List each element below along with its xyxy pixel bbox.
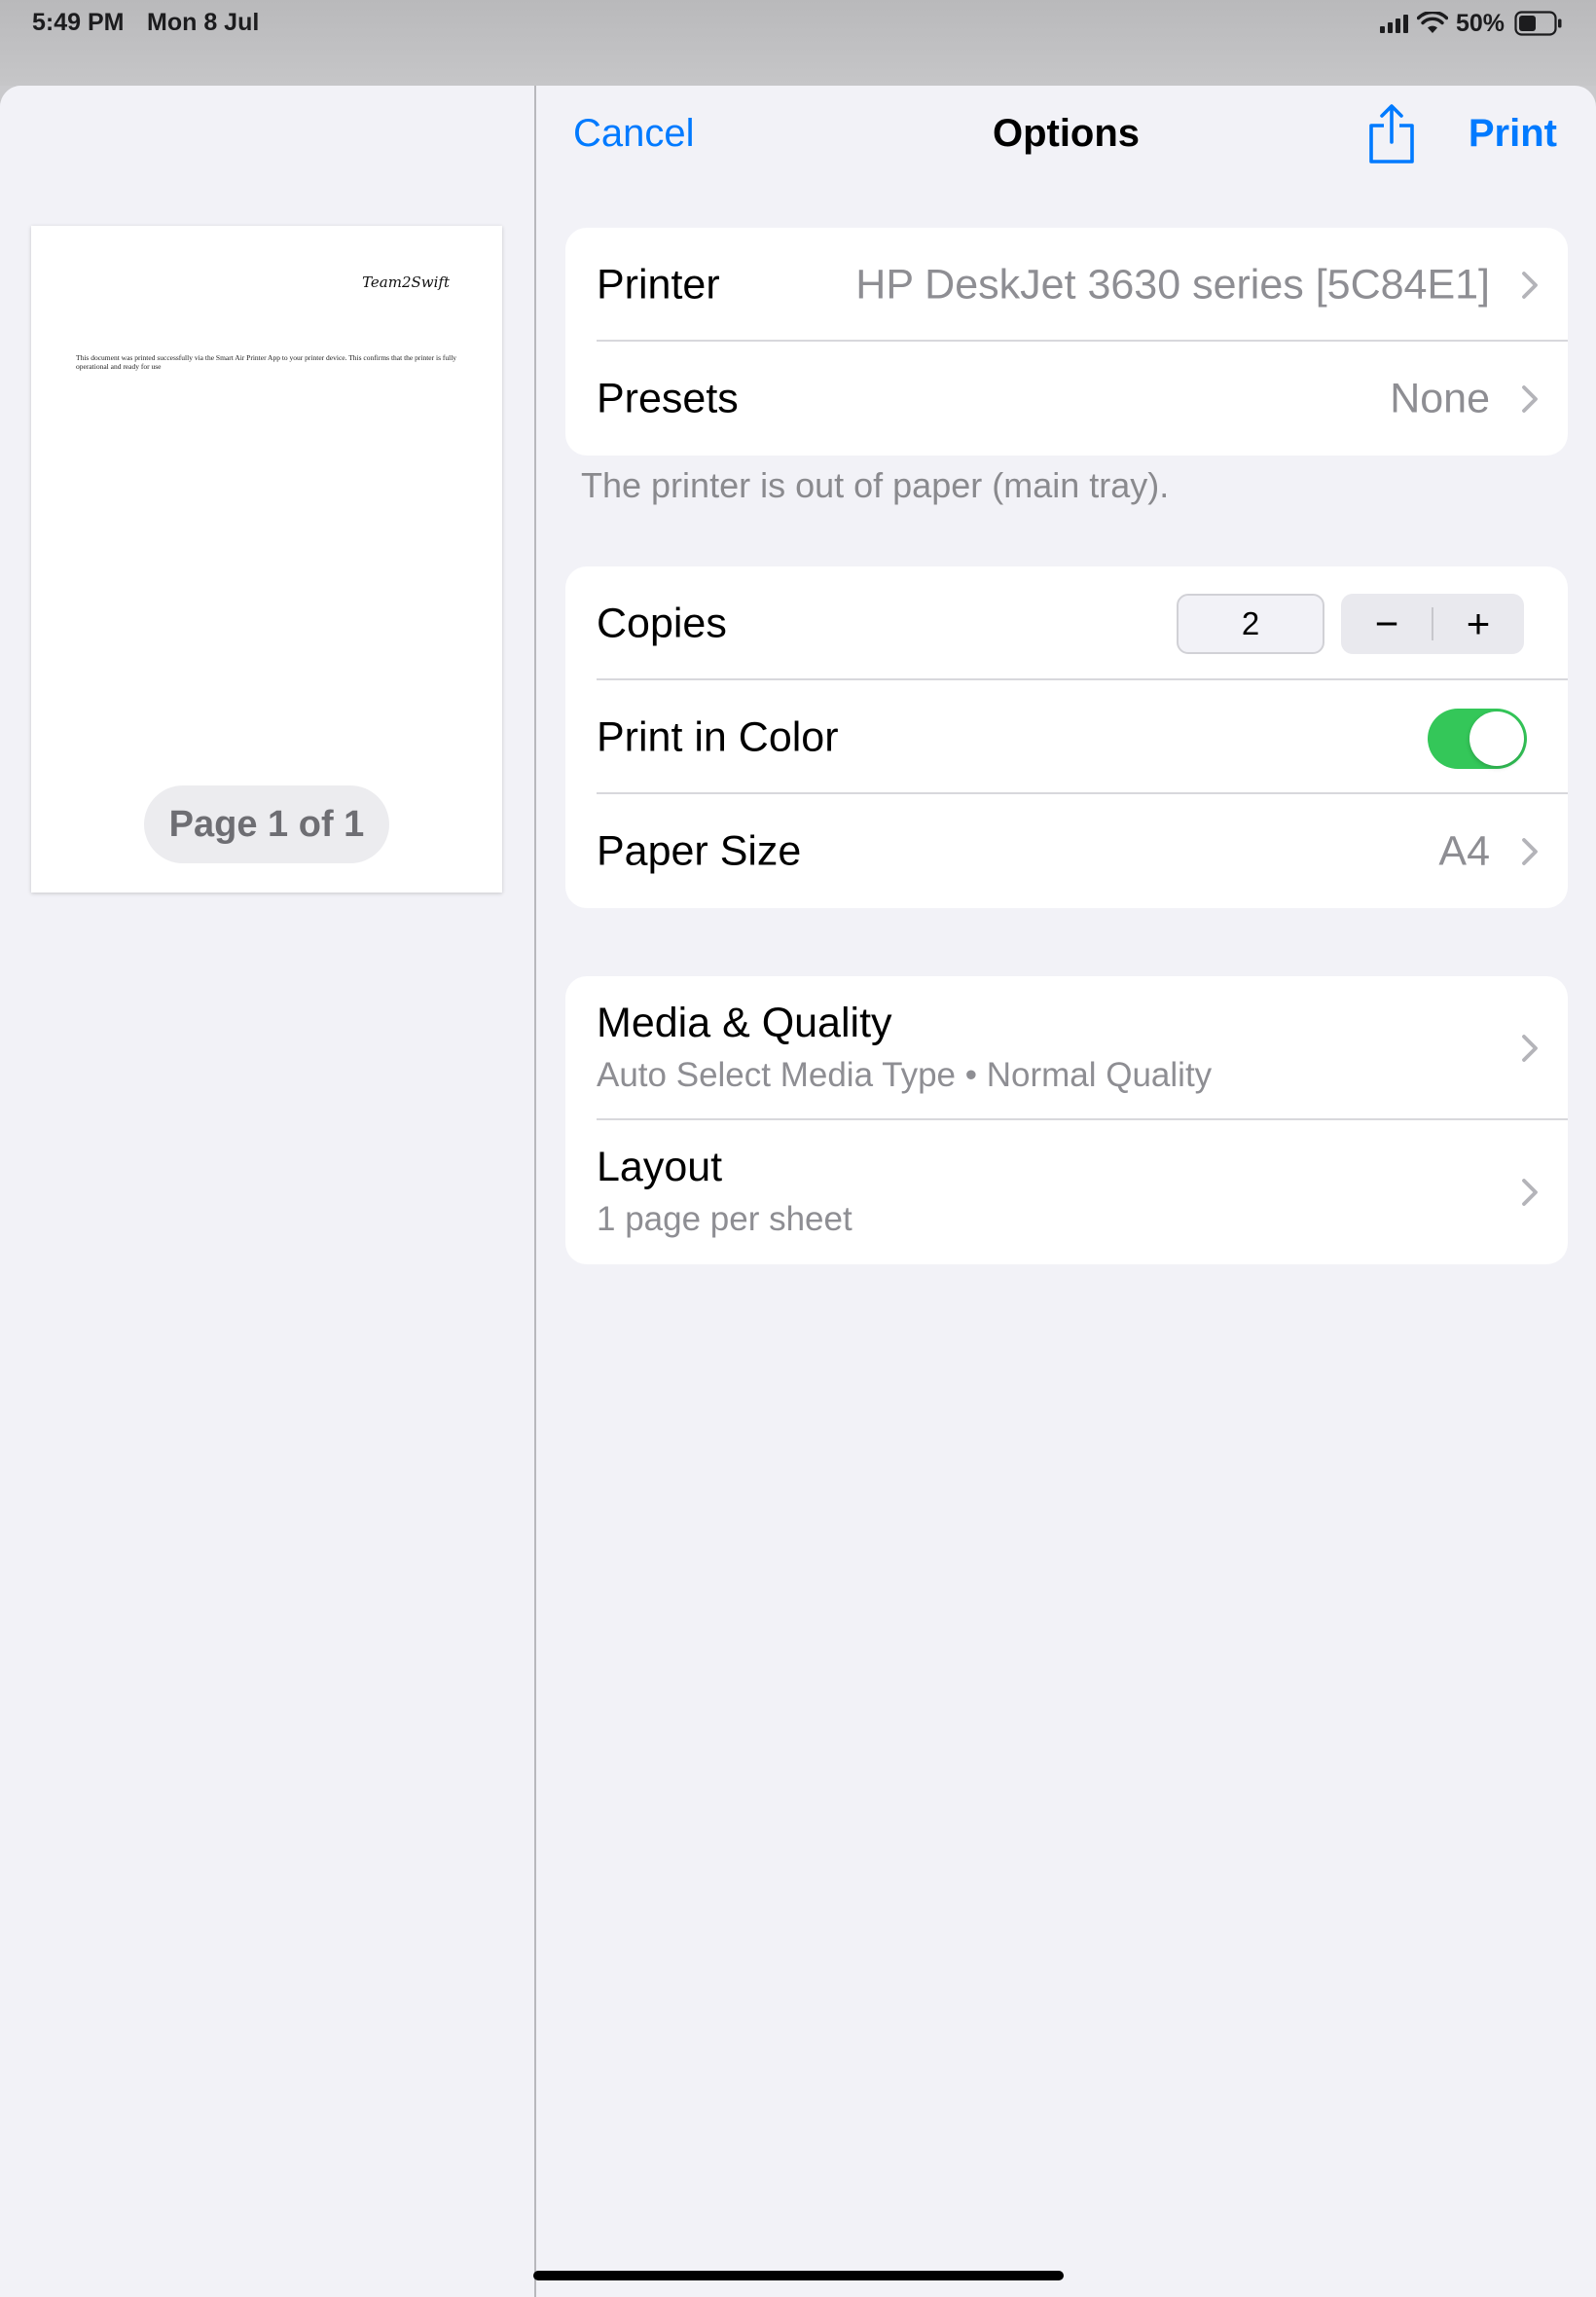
printer-value: HP DeskJet 3630 series [5C84E1] xyxy=(855,261,1490,308)
printer-status-note: The printer is out of paper (main tray). xyxy=(581,465,1170,505)
printer-row[interactable]: Printer HP DeskJet 3630 series [5C84E1] xyxy=(565,228,1568,342)
layout-label: Layout xyxy=(597,1144,723,1190)
paper-size-row[interactable]: Paper Size A4 xyxy=(565,794,1568,908)
status-time: 5:49 PM xyxy=(32,9,125,36)
print-options-sheet: Team2Swift This document was printed suc… xyxy=(0,86,1596,2297)
layout-summary: 1 page per sheet xyxy=(597,1200,852,1238)
layout-row[interactable]: Layout 1 page per sheet xyxy=(565,1120,1568,1264)
printer-group: Printer HP DeskJet 3630 series [5C84E1] … xyxy=(565,228,1568,456)
chevron-right-icon xyxy=(1522,1179,1538,1206)
chevron-right-icon xyxy=(1522,271,1538,299)
print-in-color-toggle[interactable] xyxy=(1428,709,1527,769)
wifi-icon xyxy=(1416,12,1448,33)
chevron-right-icon xyxy=(1522,837,1538,865)
copies-field[interactable]: 2 xyxy=(1177,594,1324,654)
printer-label: Printer xyxy=(597,261,720,308)
print-in-color-row: Print in Color xyxy=(565,680,1568,794)
status-bar: 5:49 PM Mon 8 Jul 50% xyxy=(0,0,1596,86)
page-preview[interactable]: Team2Swift This document was printed suc… xyxy=(31,226,502,893)
print-in-color-label: Print in Color xyxy=(597,713,839,760)
status-indicators: 50% xyxy=(1379,8,1563,39)
cancel-button[interactable]: Cancel xyxy=(573,112,695,156)
share-icon[interactable] xyxy=(1365,103,1418,165)
media-quality-row[interactable]: Media & Quality Auto Select Media Type •… xyxy=(565,976,1568,1120)
more-options-group: Media & Quality Auto Select Media Type •… xyxy=(565,976,1568,1264)
preview-body-text: This document was printed successfully v… xyxy=(76,353,457,371)
battery-icon xyxy=(1514,11,1562,36)
options-pane: Cancel Options Print Printer HP DeskJet … xyxy=(536,86,1596,2297)
paper-size-label: Paper Size xyxy=(597,827,802,874)
toggle-knob xyxy=(1469,711,1524,766)
home-indicator[interactable] xyxy=(533,2271,1064,2280)
presets-value: None xyxy=(1390,375,1490,421)
page-indicator: Page 1 of 1 xyxy=(144,785,389,863)
signal-icon xyxy=(1379,15,1408,33)
copies-row: Copies 2 − + xyxy=(565,566,1568,680)
decrement-button[interactable]: − xyxy=(1341,594,1433,654)
chevron-right-icon xyxy=(1522,384,1538,413)
battery-percent: 50% xyxy=(1455,9,1505,37)
chevron-right-icon xyxy=(1522,1035,1538,1062)
page-title: Options xyxy=(992,112,1141,155)
print-button[interactable]: Print xyxy=(1469,112,1557,156)
increment-button[interactable]: + xyxy=(1433,594,1524,654)
paper-size-value: A4 xyxy=(1438,827,1490,874)
media-quality-summary: Auto Select Media Type • Normal Quality xyxy=(597,1056,1213,1094)
presets-row[interactable]: Presets None xyxy=(565,342,1568,456)
copies-label: Copies xyxy=(597,600,727,646)
status-date: Mon 8 Jul xyxy=(147,9,260,36)
media-quality-label: Media & Quality xyxy=(597,1000,892,1046)
preview-logo: Team2Swift xyxy=(362,273,450,291)
presets-label: Presets xyxy=(597,375,739,421)
settings-group: Copies 2 − + Print in Color Paper Size A… xyxy=(565,566,1568,908)
copies-stepper: − + xyxy=(1341,594,1524,654)
preview-pane: Team2Swift This document was printed suc… xyxy=(0,86,534,2297)
